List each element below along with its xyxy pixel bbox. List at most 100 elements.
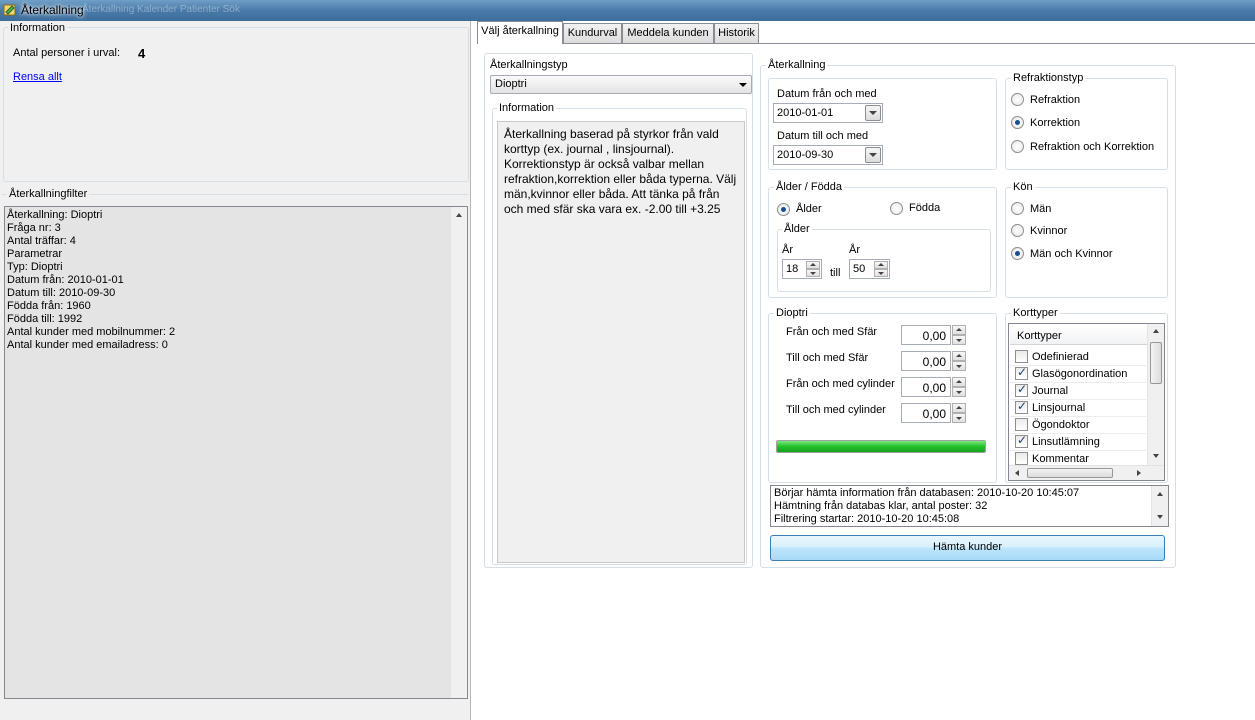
- tab-valj-aterkallning[interactable]: Välj återkallning: [477, 21, 563, 44]
- scroll-up-icon[interactable]: [1157, 492, 1163, 496]
- card-row-divider: [1010, 399, 1146, 400]
- calendar-dropdown-icon[interactable]: [865, 105, 881, 121]
- date-from-picker[interactable]: 2010-01-01: [773, 103, 883, 123]
- fetch-customers-button[interactable]: Hämta kunder: [770, 535, 1165, 561]
- age-to-spinner[interactable]: 50: [849, 259, 890, 279]
- age-to-value: 50: [853, 263, 866, 275]
- card-type-label: Ögondoktor: [1032, 419, 1090, 431]
- card-type-checkbox[interactable]: [1015, 433, 1028, 448]
- refraction-option-label: Refraktion: [1030, 94, 1081, 106]
- card-row-divider: [1010, 416, 1146, 417]
- sex-radio[interactable]: [1011, 247, 1024, 260]
- till-label: till: [830, 267, 841, 279]
- filter-line: Datum från: 2010-01-01: [7, 274, 124, 286]
- card-type-checkbox[interactable]: [1015, 382, 1028, 397]
- diopter-input[interactable]: 0,00: [901, 403, 951, 423]
- filter-line: Typ: Dioptri: [7, 261, 63, 273]
- card-type-label: Glasögonordination: [1032, 368, 1128, 380]
- calendar-dropdown-icon[interactable]: [865, 147, 881, 163]
- spin-up-icon[interactable]: [952, 351, 966, 361]
- scroll-down-icon[interactable]: [1153, 454, 1159, 458]
- refraction-option-label: Korrektion: [1030, 117, 1081, 129]
- refraction-radio[interactable]: [1011, 93, 1024, 106]
- sex-radio[interactable]: [1011, 224, 1024, 237]
- diopter-input[interactable]: 0,00: [901, 325, 951, 345]
- spin-down-icon[interactable]: [952, 361, 966, 371]
- card-type-checkbox[interactable]: [1015, 452, 1028, 465]
- sex-legend: Kön: [1011, 181, 1035, 193]
- filter-legend: Återkallningfilter: [7, 188, 90, 200]
- count-label: Antal personer i urval:: [13, 47, 120, 59]
- filter-line: Datum till: 2010-09-30: [7, 287, 116, 299]
- diopter-spin-buttons[interactable]: [952, 325, 966, 345]
- diopter-label: Från och med Sfär: [786, 326, 878, 338]
- scroll-thumb[interactable]: [1150, 342, 1162, 384]
- spin-down-icon[interactable]: [952, 413, 966, 423]
- tab-kundurval[interactable]: Kundurval: [563, 23, 622, 43]
- information-legend: Information: [8, 22, 68, 34]
- spin-down-icon[interactable]: [952, 335, 966, 345]
- scroll-down-icon[interactable]: [1157, 515, 1163, 519]
- card-type-checkbox[interactable]: [1015, 365, 1028, 380]
- spin-up-icon[interactable]: [874, 261, 888, 269]
- spin-down-icon[interactable]: [874, 269, 888, 277]
- diopter-spin-buttons[interactable]: [952, 351, 966, 371]
- date-from-label: Datum från och med: [777, 88, 877, 100]
- diopter-spin-buttons[interactable]: [952, 403, 966, 423]
- spin-up-icon[interactable]: [952, 403, 966, 413]
- filter-textbox[interactable]: Återkallning: Dioptri Fråga nr: 3 Antal tr…: [4, 206, 468, 699]
- clear-all-link[interactable]: Rensa allt: [13, 71, 62, 83]
- date-from-value: 2010-01-01: [777, 107, 834, 119]
- tab-meddela-kunden[interactable]: Meddela kunden: [622, 23, 714, 43]
- year-label-from: År: [782, 244, 793, 256]
- card-type-checkbox[interactable]: [1015, 350, 1028, 363]
- spin-up-icon[interactable]: [952, 377, 966, 387]
- refraction-radio[interactable]: [1011, 116, 1024, 129]
- spin-down-icon[interactable]: [806, 269, 820, 277]
- hscroll-thumb[interactable]: [1027, 468, 1113, 478]
- recall-type-select[interactable]: Dioptri: [490, 75, 752, 94]
- date-to-picker[interactable]: 2010-09-30: [773, 145, 883, 165]
- app-icon: [3, 3, 17, 17]
- spin-down-icon[interactable]: [952, 387, 966, 397]
- refraction-option-label: Refraktion och Korrektion: [1030, 141, 1155, 153]
- log-textbox[interactable]: Börjar hämta information från databasen:…: [770, 485, 1169, 527]
- chevron-down-icon: [739, 83, 747, 87]
- sex-radio[interactable]: [1011, 202, 1024, 215]
- filter-line: Antal kunder med emailadress: 0: [7, 339, 168, 351]
- log-scrollbar[interactable]: [1151, 486, 1168, 526]
- spin-up-icon[interactable]: [806, 261, 820, 269]
- card-type-checkbox[interactable]: [1015, 399, 1028, 414]
- window-title-ghost: Återkallning Kalender Patienter Sök: [82, 4, 240, 15]
- card-types-header[interactable]: Korttyper: [1010, 325, 1147, 345]
- tab-border: [479, 43, 1255, 44]
- date-to-label: Datum till och med: [777, 130, 869, 142]
- age-from-value: 18: [786, 263, 799, 275]
- card-types-legend: Korttyper: [1011, 307, 1060, 319]
- born-radio[interactable]: [890, 202, 903, 215]
- refraction-radio[interactable]: [1011, 140, 1024, 153]
- filter-line: Återkallning: Dioptri: [7, 209, 103, 221]
- diopter-input[interactable]: 0,00: [901, 351, 951, 371]
- card-type-label: Linsjournal: [1032, 402, 1086, 414]
- card-vscroll[interactable]: [1147, 324, 1164, 465]
- card-types-list[interactable]: Korttyper Odefinierad Glasögonordination J…: [1008, 323, 1165, 481]
- spin-up-icon[interactable]: [952, 325, 966, 335]
- card-hscroll[interactable]: [1009, 465, 1164, 480]
- filter-scrollbar[interactable]: [450, 207, 467, 698]
- scroll-up-icon[interactable]: [456, 213, 462, 217]
- card-row-divider: [1010, 382, 1146, 383]
- sex-option-label: Kvinnor: [1030, 225, 1068, 237]
- card-type-label: Kommentar: [1032, 453, 1089, 465]
- card-type-label: Linsutlämning: [1032, 436, 1100, 448]
- diopter-spin-buttons[interactable]: [952, 377, 966, 397]
- card-type-checkbox[interactable]: [1015, 418, 1028, 431]
- age-from-spinner[interactable]: 18: [782, 259, 822, 279]
- tab-historik[interactable]: Historik: [714, 23, 759, 43]
- scroll-left-icon[interactable]: [1015, 470, 1019, 476]
- age-option-label: Ålder: [796, 203, 822, 215]
- age-radio[interactable]: [777, 203, 790, 216]
- scroll-right-icon[interactable]: [1137, 470, 1141, 476]
- scroll-up-icon[interactable]: [1153, 329, 1159, 333]
- diopter-input[interactable]: 0,00: [901, 377, 951, 397]
